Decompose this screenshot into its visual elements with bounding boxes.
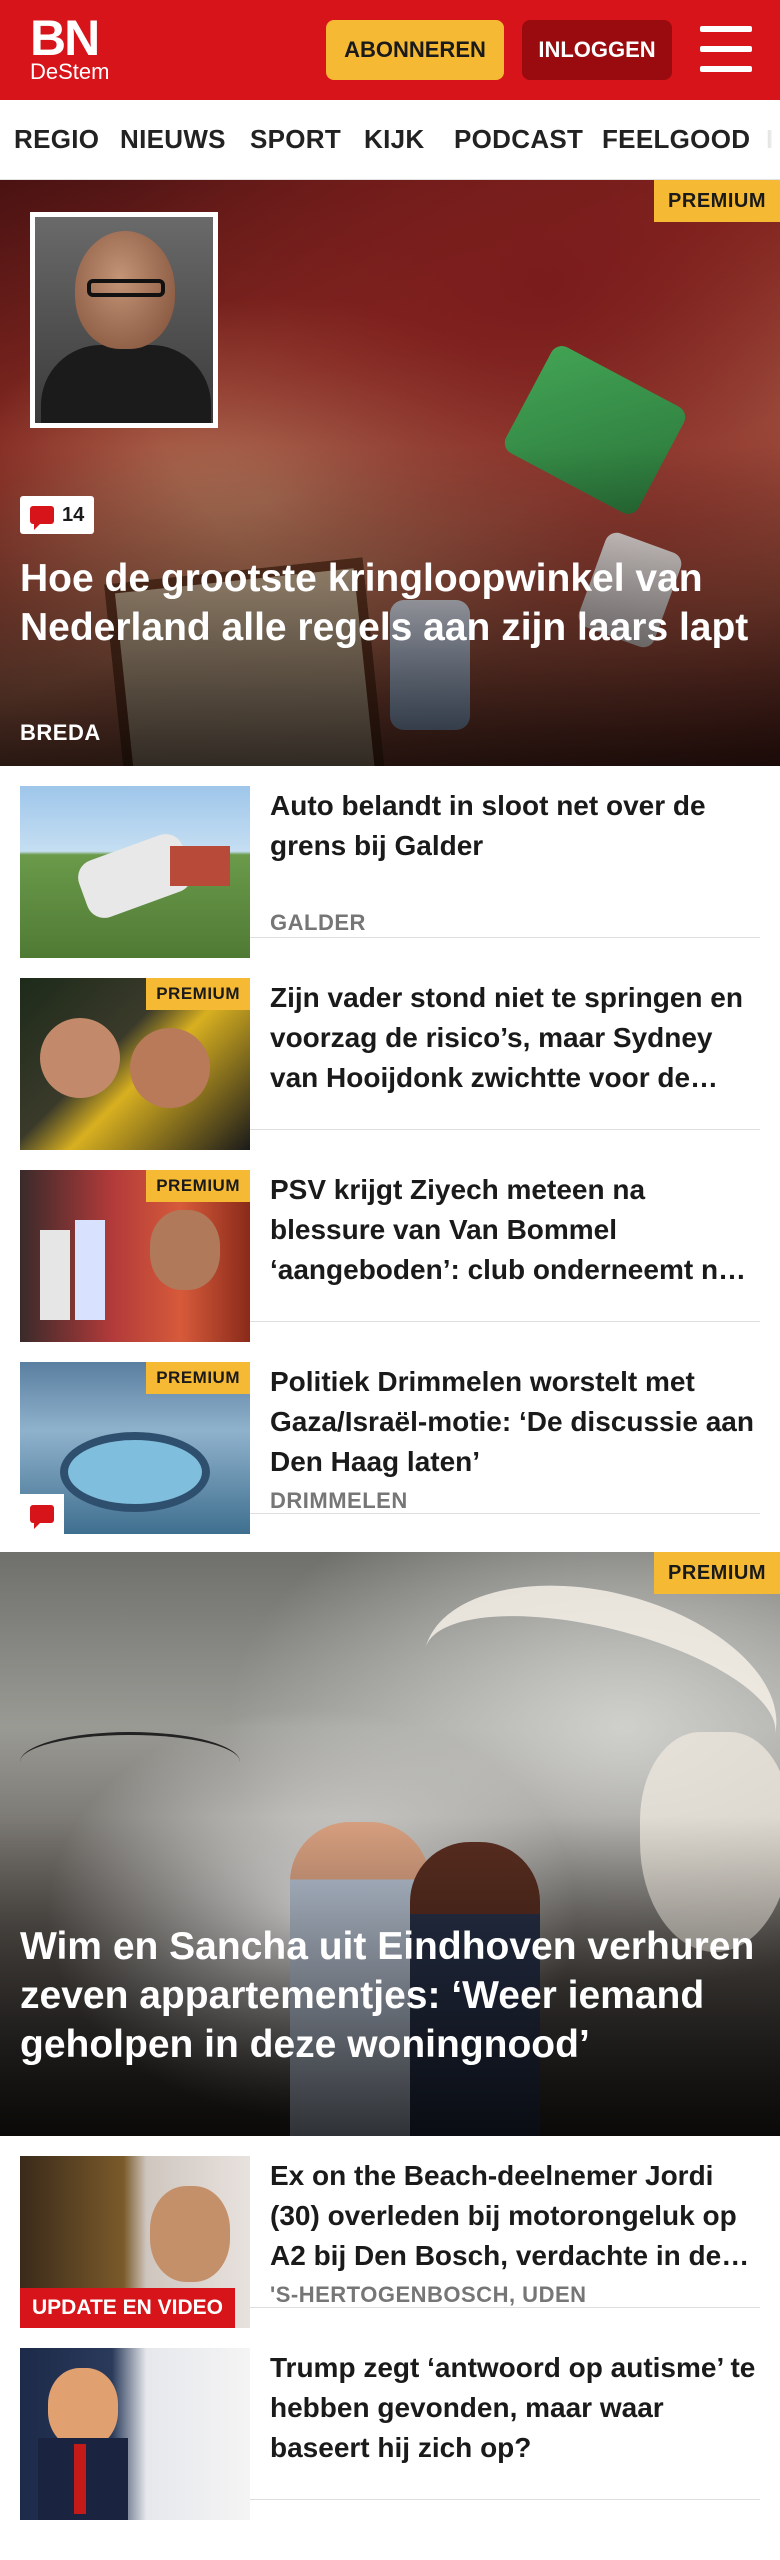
article-title[interactable]: Zijn vader stond niet te springen en voo… bbox=[270, 978, 760, 1098]
list-item[interactable]: PREMIUM Zijn vader stond niet te springe… bbox=[20, 958, 760, 1150]
comment-count-badge[interactable]: 14 bbox=[20, 496, 95, 534]
hero-title[interactable]: Hoe de grootste kringloopwinkel van Nede… bbox=[20, 554, 760, 652]
article-location: GALDER bbox=[270, 910, 366, 935]
site-header: BN DeStem ABONNEREN INLOGGEN bbox=[0, 0, 780, 100]
premium-badge: PREMIUM bbox=[654, 1552, 780, 1594]
comment-indicator[interactable] bbox=[20, 1494, 64, 1534]
list-item[interactable]: Trump zegt ‘antwoord op autisme’ te hebb… bbox=[20, 2328, 760, 2520]
hero-location: BREDA bbox=[20, 720, 101, 745]
logo-main: BN bbox=[30, 10, 100, 66]
nav-item-sport[interactable]: SPORT bbox=[250, 124, 341, 155]
comment-bubble-icon bbox=[30, 506, 54, 530]
article-title[interactable]: Auto belandt in sloot net over de grens … bbox=[270, 786, 760, 866]
article-thumbnail: PREMIUM bbox=[20, 1362, 250, 1534]
nav-item-feelgood[interactable]: FEELGOOD bbox=[602, 124, 750, 155]
nav-item-regio[interactable]: REGIO bbox=[14, 124, 99, 155]
nav-item-nieuws[interactable]: NIEUWS bbox=[120, 124, 226, 155]
list-item[interactable]: Auto belandt in sloot net over de grens … bbox=[20, 766, 760, 958]
nav-item-podcast[interactable]: PODCAST bbox=[454, 124, 583, 155]
premium-badge: PREMIUM bbox=[146, 1362, 250, 1394]
article-location: 'S-HERTOGENBOSCH, UDEN bbox=[270, 2282, 587, 2307]
premium-badge: PREMIUM bbox=[146, 1170, 250, 1202]
list-item[interactable]: PREMIUM Politiek Drimmelen worstelt met … bbox=[20, 1342, 760, 1534]
comment-bubble-icon bbox=[30, 1505, 54, 1529]
list-item[interactable]: PREMIUM PSV krijgt Ziyech meteen na bles… bbox=[20, 1150, 760, 1342]
update-badge: UPDATE EN VIDEO bbox=[20, 2288, 235, 2328]
article-thumbnail bbox=[20, 786, 250, 958]
menu-icon[interactable] bbox=[700, 26, 752, 72]
article-title[interactable]: Ex on the Beach-deelnemer Jordi (30) ove… bbox=[270, 2156, 760, 2276]
comment-count: 14 bbox=[62, 503, 85, 526]
author-photo bbox=[30, 212, 218, 428]
article-title[interactable]: Trump zegt ‘antwoord op autisme’ te hebb… bbox=[270, 2348, 760, 2468]
hero2-title[interactable]: Wim en Sancha uit Eindhoven verhuren zev… bbox=[20, 1922, 760, 2069]
login-button[interactable]: INLOGGEN bbox=[522, 20, 672, 80]
article-title[interactable]: PSV krijgt Ziyech meteen na blessure van… bbox=[270, 1170, 760, 1290]
category-nav: REGIO NIEUWS SPORT KIJK PODCAST FEELGOOD… bbox=[0, 100, 780, 180]
premium-badge: PREMIUM bbox=[654, 180, 780, 222]
logo-sub: DeStem bbox=[30, 59, 110, 84]
subscribe-button[interactable]: ABONNEREN bbox=[326, 20, 504, 80]
nav-fade bbox=[750, 100, 780, 179]
article-thumbnail: UPDATE EN VIDEO bbox=[20, 2156, 250, 2328]
hero2-lamp bbox=[20, 1732, 240, 1792]
article-thumbnail bbox=[20, 2348, 250, 2520]
article-location: DRIMMELEN bbox=[270, 1488, 408, 1513]
nav-item-kijk[interactable]: KIJK bbox=[364, 124, 424, 155]
list-item[interactable]: UPDATE EN VIDEO Ex on the Beach-deelneme… bbox=[20, 2136, 760, 2328]
logo[interactable]: BN DeStem bbox=[30, 10, 110, 84]
premium-badge: PREMIUM bbox=[146, 978, 250, 1010]
article-title[interactable]: Politiek Drimmelen worstelt met Gaza/Isr… bbox=[270, 1362, 760, 1482]
article-thumbnail: PREMIUM bbox=[20, 978, 250, 1150]
article-thumbnail: PREMIUM bbox=[20, 1170, 250, 1342]
